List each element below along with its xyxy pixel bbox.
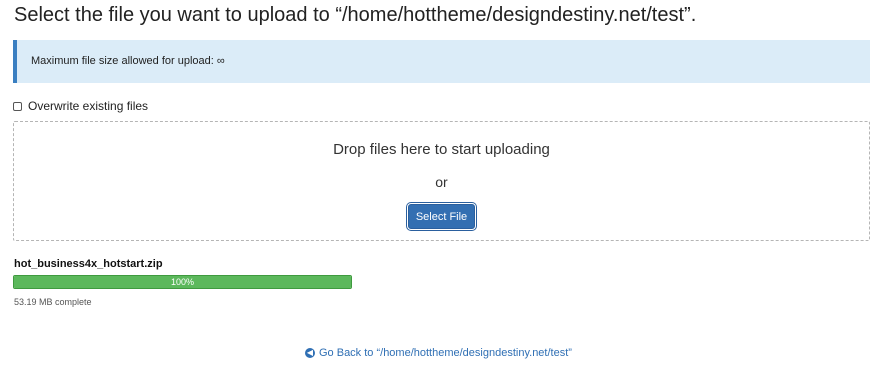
overwrite-checkbox[interactable]	[13, 101, 22, 111]
uploaded-file-name: hot_business4x_hotstart.zip	[14, 258, 163, 270]
file-dropzone[interactable]: Drop files here to start uploading or Se…	[13, 121, 870, 241]
go-back-link[interactable]: ◀ Go Back to “/home/hottheme/designdesti…	[305, 347, 572, 359]
drop-instructions: Drop files here to start uploading	[333, 141, 550, 158]
overwrite-option[interactable]: Overwrite existing files	[13, 99, 148, 113]
arrow-left-circle-icon: ◀	[305, 348, 315, 358]
upload-progress-fill: 100%	[14, 276, 351, 288]
or-separator: or	[435, 174, 448, 190]
upload-progress-label: 100%	[170, 277, 195, 287]
select-file-button[interactable]: Select File	[408, 204, 475, 229]
page-title: Select the file you want to upload to “/…	[14, 4, 697, 26]
upload-status: 53.19 MB complete	[14, 297, 92, 307]
alert-text: Maximum file size allowed for upload: ∞	[31, 55, 225, 67]
go-back-label: Go Back to “/home/hottheme/designdestiny…	[319, 347, 572, 359]
upload-progress-bar: 100%	[13, 275, 352, 289]
info-alert: Maximum file size allowed for upload: ∞	[13, 40, 870, 83]
overwrite-label: Overwrite existing files	[28, 99, 149, 113]
